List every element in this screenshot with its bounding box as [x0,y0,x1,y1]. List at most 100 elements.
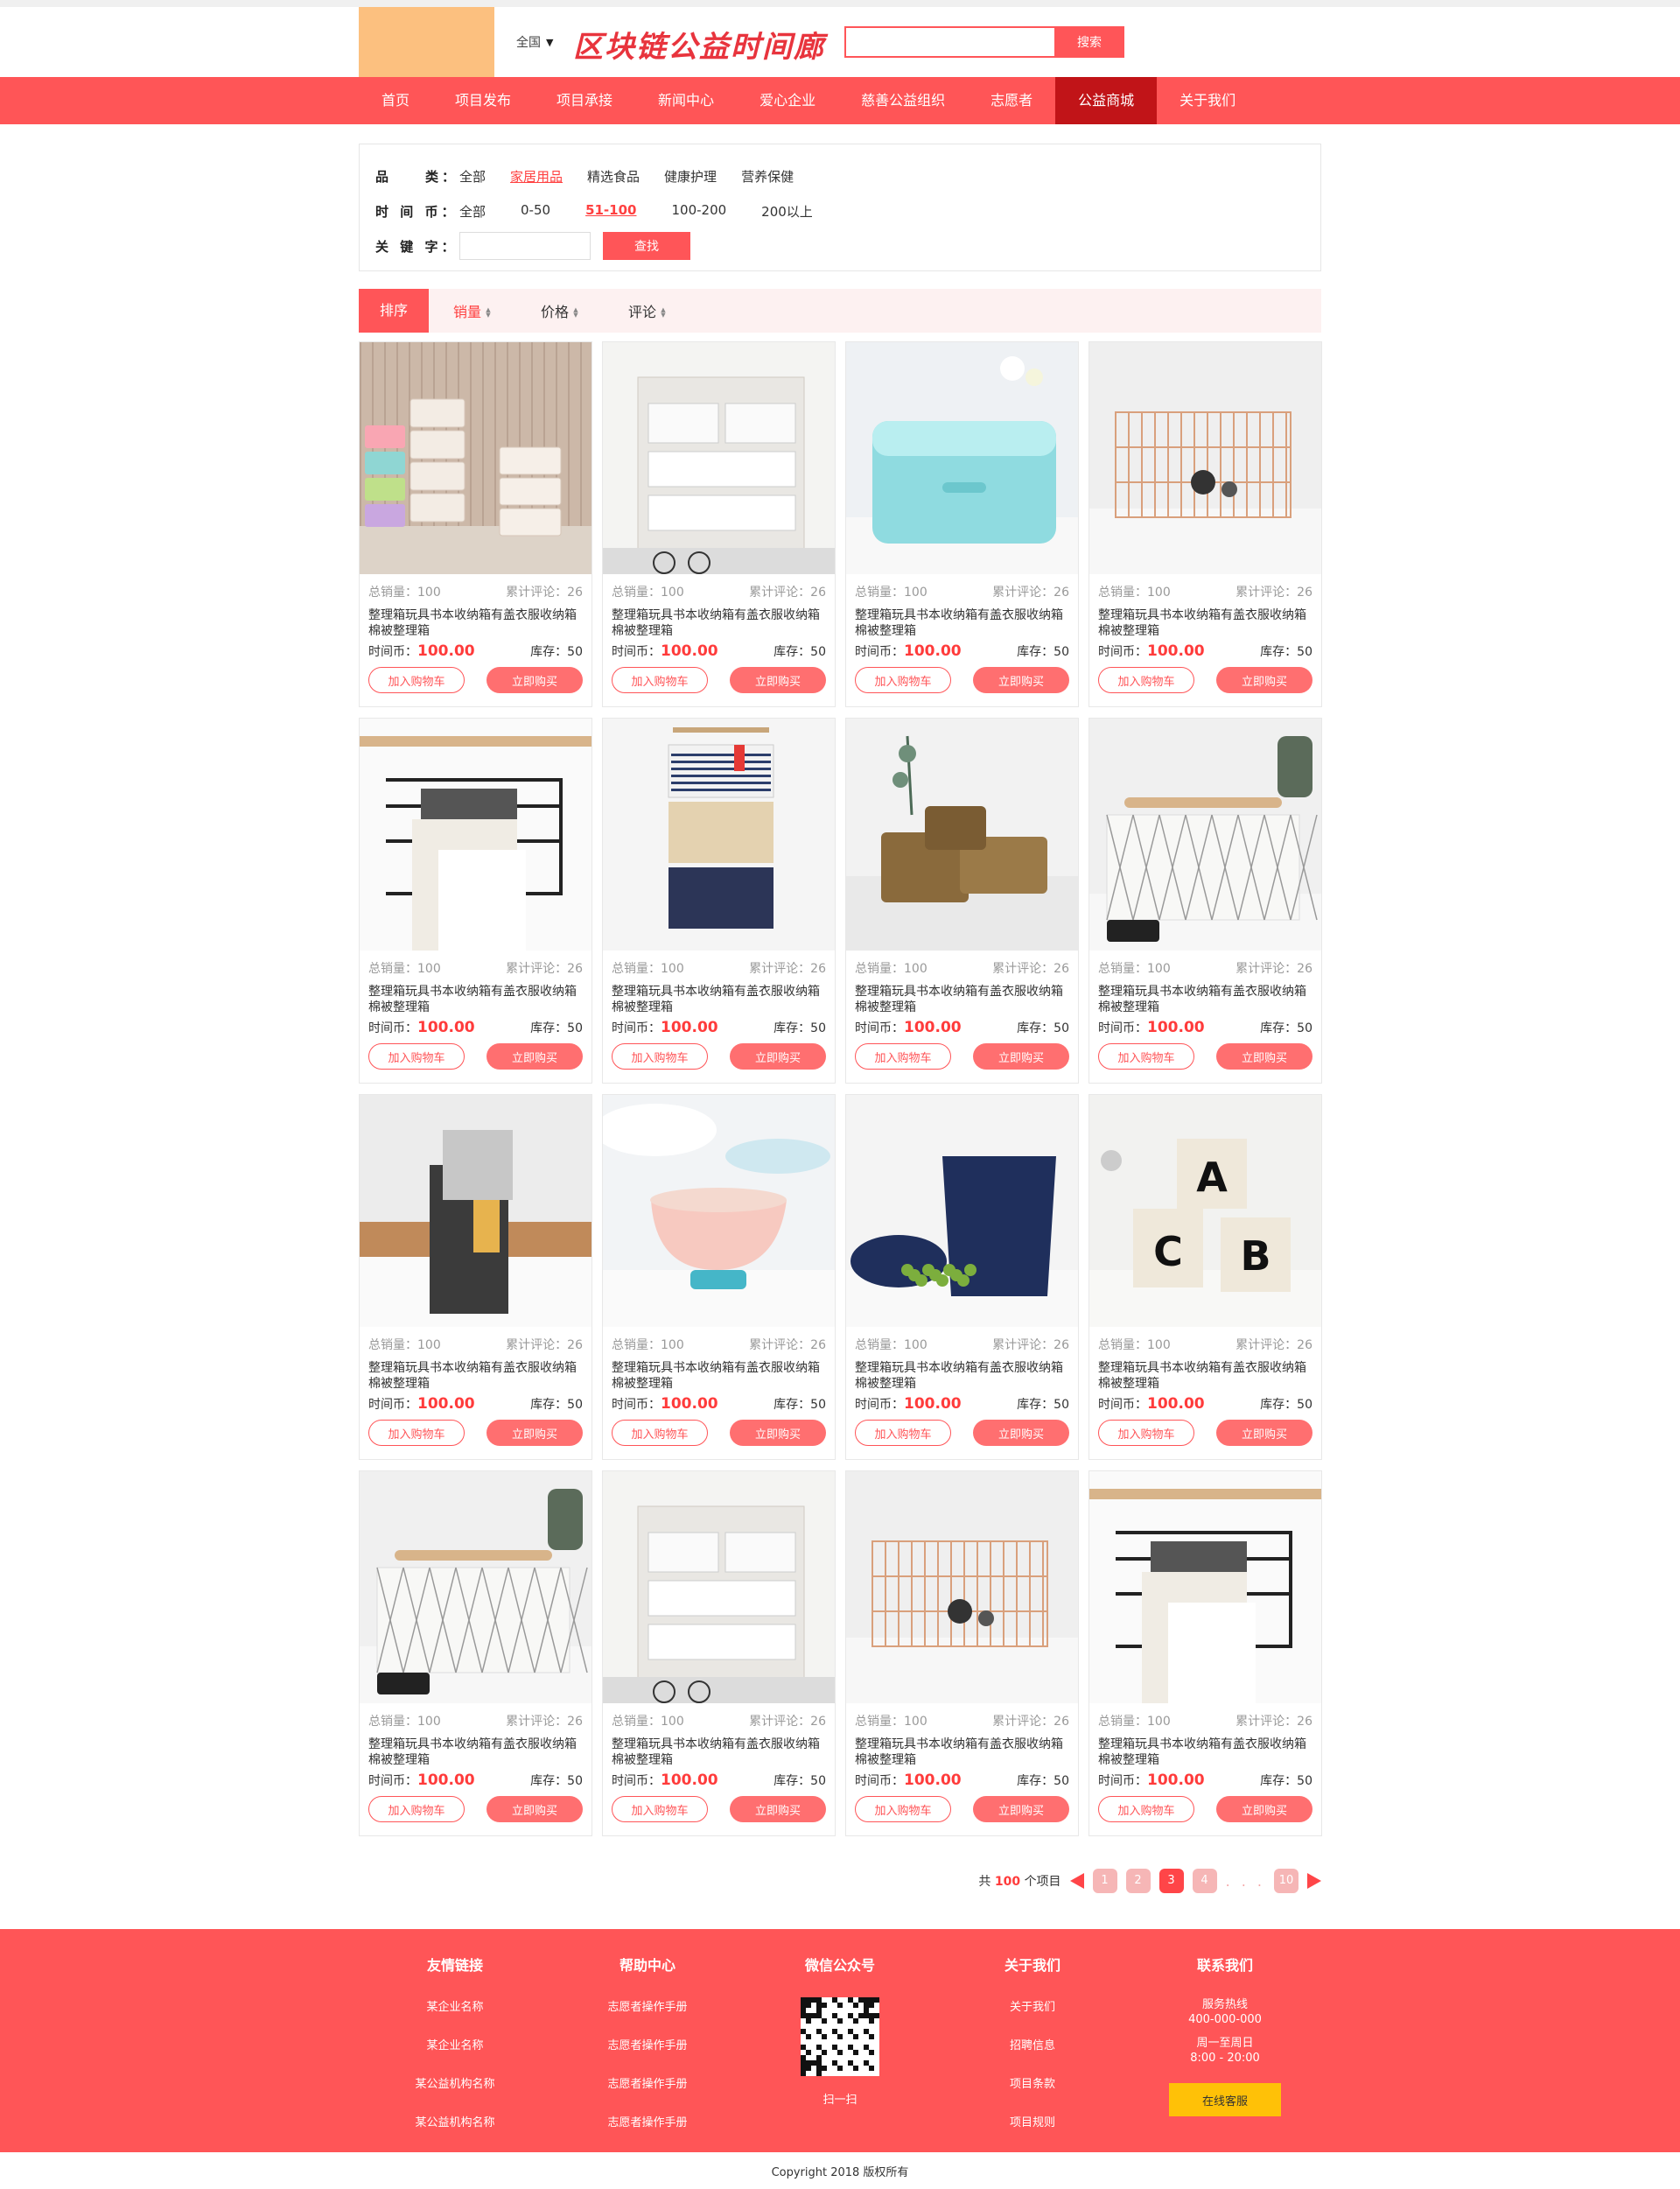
add-to-cart-button[interactable]: 加入购物车 [855,1043,951,1070]
prev-page-icon[interactable] [1069,1873,1084,1889]
product-image[interactable] [603,719,835,951]
nav-item[interactable]: 首页 [359,77,432,124]
category-option[interactable]: 营养保健 [741,167,794,186]
nav-item[interactable]: 志愿者 [968,77,1055,124]
product-card[interactable]: 总销量：100 累计评论：26 整理箱玩具书本收纳箱有盖衣服收纳箱棉被整理箱 时间币：… [845,1470,1079,1836]
nav-item[interactable]: 项目承接 [534,77,635,124]
product-image[interactable] [360,1471,592,1703]
buy-now-button[interactable]: 立即购买 [1216,667,1312,693]
product-card[interactable]: 总销量：100 累计评论：26 整理箱玩具书本收纳箱有盖衣服收纳箱棉被整理箱 时间币：… [602,1094,836,1460]
product-image[interactable] [360,719,592,951]
buy-now-button[interactable]: 立即购买 [973,1796,1069,1822]
buy-now-button[interactable]: 立即购买 [486,1043,583,1070]
add-to-cart-button[interactable]: 加入购物车 [855,667,951,693]
product-card[interactable]: 总销量：100 累计评论：26 整理箱玩具书本收纳箱有盖衣服收纳箱棉被整理箱 时间币：… [359,341,592,707]
keyword-input[interactable] [459,232,591,260]
buy-now-button[interactable]: 立即购买 [730,667,826,693]
sort-sales[interactable]: 销量 ▲▼ [429,300,516,321]
add-to-cart-button[interactable]: 加入购物车 [612,1420,708,1446]
buy-now-button[interactable]: 立即购买 [973,667,1069,693]
product-title[interactable]: 整理箱玩具书本收纳箱有盖衣服收纳箱棉被整理箱 [846,600,1078,639]
category-option[interactable]: 全部 [459,167,486,186]
page-last[interactable]: 10 [1274,1869,1298,1893]
nav-item[interactable]: 公益商城 [1055,77,1158,124]
page-3[interactable]: 3 [1158,1869,1184,1893]
category-option[interactable]: 健康护理 [664,167,717,186]
product-image[interactable] [360,1095,592,1327]
buy-now-button[interactable]: 立即购买 [486,1420,583,1446]
page-1[interactable]: 1 [1092,1869,1117,1893]
category-option[interactable]: 精选食品 [587,167,640,186]
footer-link[interactable]: 某公益机构名称 [359,2113,551,2129]
product-card[interactable]: 总销量：100 累计评论：26 整理箱玩具书本收纳箱有盖衣服收纳箱棉被整理箱 时间币：… [845,341,1079,707]
coin-range-option[interactable]: 全部 [459,202,486,221]
product-card[interactable]: 总销量：100 累计评论：26 整理箱玩具书本收纳箱有盖衣服收纳箱棉被整理箱 时间币：… [359,1470,592,1836]
sort-reviews[interactable]: 评论 ▲▼ [604,300,691,321]
product-title[interactable]: 整理箱玩具书本收纳箱有盖衣服收纳箱棉被整理箱 [846,1729,1078,1768]
product-image[interactable] [846,1095,1078,1327]
product-title[interactable]: 整理箱玩具书本收纳箱有盖衣服收纳箱棉被整理箱 [603,1729,835,1768]
footer-link[interactable]: 志愿者操作手册 [551,2074,744,2091]
product-card[interactable]: 总销量：100 累计评论：26 整理箱玩具书本收纳箱有盖衣服收纳箱棉被整理箱 时间币：… [602,718,836,1084]
buy-now-button[interactable]: 立即购买 [730,1420,826,1446]
product-image[interactable] [603,1095,835,1327]
product-image[interactable] [603,342,835,574]
product-card[interactable]: 总销量：100 累计评论：26 整理箱玩具书本收纳箱有盖衣服收纳箱棉被整理箱 时间币：… [1088,718,1322,1084]
add-to-cart-button[interactable]: 加入购物车 [855,1420,951,1446]
add-to-cart-button[interactable]: 加入购物车 [855,1796,951,1822]
city-selector[interactable]: 全国 ▼ [516,33,553,51]
buy-now-button[interactable]: 立即购买 [486,667,583,693]
nav-item[interactable]: 新闻中心 [635,77,737,124]
add-to-cart-button[interactable]: 加入购物车 [612,667,708,693]
product-title[interactable]: 整理箱玩具书本收纳箱有盖衣服收纳箱棉被整理箱 [1089,1353,1321,1392]
product-title[interactable]: 整理箱玩具书本收纳箱有盖衣服收纳箱棉被整理箱 [846,1353,1078,1392]
footer-link[interactable]: 项目规则 [936,2113,1129,2129]
add-to-cart-button[interactable]: 加入购物车 [368,1420,465,1446]
nav-item[interactable]: 项目发布 [432,77,534,124]
footer-link[interactable]: 招聘信息 [936,2036,1129,2052]
coin-range-option[interactable]: 100-200 [671,202,726,221]
add-to-cart-button[interactable]: 加入购物车 [368,1796,465,1822]
search-input[interactable] [844,26,1054,58]
product-title[interactable]: 整理箱玩具书本收纳箱有盖衣服收纳箱棉被整理箱 [360,977,592,1015]
product-card[interactable]: 总销量：100 累计评论：26 整理箱玩具书本收纳箱有盖衣服收纳箱棉被整理箱 时间币：… [845,1094,1079,1460]
add-to-cart-button[interactable]: 加入购物车 [368,667,465,693]
logo[interactable] [359,7,494,77]
product-title[interactable]: 整理箱玩具书本收纳箱有盖衣服收纳箱棉被整理箱 [603,600,835,639]
add-to-cart-button[interactable]: 加入购物车 [612,1043,708,1070]
product-title[interactable]: 整理箱玩具书本收纳箱有盖衣服收纳箱棉被整理箱 [1089,1729,1321,1768]
coin-range-option[interactable]: 200以上 [761,202,813,221]
product-card[interactable]: 总销量：100 累计评论：26 整理箱玩具书本收纳箱有盖衣服收纳箱棉被整理箱 时间币：… [359,1094,592,1460]
add-to-cart-button[interactable]: 加入购物车 [1098,1043,1194,1070]
product-card[interactable]: 总销量：100 累计评论：26 整理箱玩具书本收纳箱有盖衣服收纳箱棉被整理箱 时间币：… [1088,1470,1322,1836]
buy-now-button[interactable]: 立即购买 [486,1796,583,1822]
product-title[interactable]: 整理箱玩具书本收纳箱有盖衣服收纳箱棉被整理箱 [1089,977,1321,1015]
product-card[interactable]: A C B 总销量：100 累计评论：26 整理箱玩具书本收纳箱有盖衣服收纳箱棉被整理… [1088,1094,1322,1460]
search-button[interactable]: 搜索 [1054,26,1124,58]
product-image[interactable] [603,1471,835,1703]
product-title[interactable]: 整理箱玩具书本收纳箱有盖衣服收纳箱棉被整理箱 [1089,600,1321,639]
product-title[interactable]: 整理箱玩具书本收纳箱有盖衣服收纳箱棉被整理箱 [603,977,835,1015]
buy-now-button[interactable]: 立即购买 [973,1043,1069,1070]
footer-link[interactable]: 某公益机构名称 [359,2074,551,2091]
product-title[interactable]: 整理箱玩具书本收纳箱有盖衣服收纳箱棉被整理箱 [603,1353,835,1392]
product-image[interactable] [360,342,592,574]
add-to-cart-button[interactable]: 加入购物车 [612,1796,708,1822]
product-image[interactable]: A C B [1089,1095,1321,1327]
product-image[interactable] [846,719,1078,951]
footer-link[interactable]: 某企业名称 [359,2036,551,2052]
product-image[interactable] [1089,1471,1321,1703]
buy-now-button[interactable]: 立即购买 [1216,1796,1312,1822]
product-title[interactable]: 整理箱玩具书本收纳箱有盖衣服收纳箱棉被整理箱 [360,1729,592,1768]
product-card[interactable]: 总销量：100 累计评论：26 整理箱玩具书本收纳箱有盖衣服收纳箱棉被整理箱 时间币：… [602,1470,836,1836]
product-title[interactable]: 整理箱玩具书本收纳箱有盖衣服收纳箱棉被整理箱 [846,977,1078,1015]
product-image[interactable] [846,342,1078,574]
product-card[interactable]: 总销量：100 累计评论：26 整理箱玩具书本收纳箱有盖衣服收纳箱棉被整理箱 时间币：… [602,341,836,707]
footer-link[interactable]: 关于我们 [936,1997,1129,2014]
product-title[interactable]: 整理箱玩具书本收纳箱有盖衣服收纳箱棉被整理箱 [360,600,592,639]
page-2[interactable]: 2 [1125,1869,1151,1893]
product-card[interactable]: 总销量：100 累计评论：26 整理箱玩具书本收纳箱有盖衣服收纳箱棉被整理箱 时间币：… [845,718,1079,1084]
product-card[interactable]: 总销量：100 累计评论：26 整理箱玩具书本收纳箱有盖衣服收纳箱棉被整理箱 时间币：… [1088,341,1322,707]
online-service-button[interactable]: 在线客服 [1169,2083,1281,2116]
sort-price[interactable]: 价格 ▲▼ [516,300,604,321]
